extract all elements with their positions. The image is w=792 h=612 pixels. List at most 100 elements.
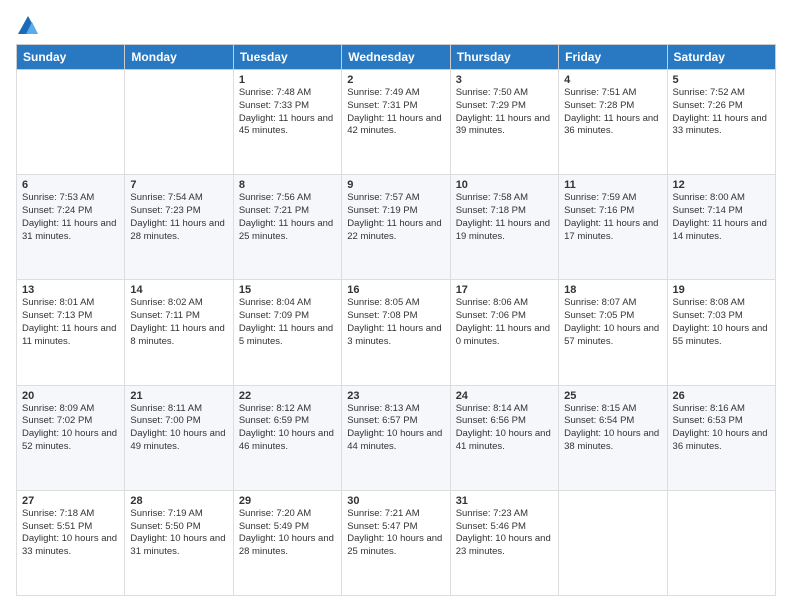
sunrise-label: Sunrise: 8:14 AM — [456, 403, 528, 414]
day-info: Sunrise: 8:04 AM Sunset: 7:09 PM Dayligh… — [239, 297, 336, 348]
daylight-label: Daylight: 11 hours and 33 minutes. — [673, 113, 767, 137]
calendar-cell: 25 Sunrise: 8:15 AM Sunset: 6:54 PM Dayl… — [559, 385, 667, 490]
sunrise-label: Sunrise: 7:48 AM — [239, 87, 311, 98]
calendar-cell — [667, 490, 775, 595]
calendar-cell: 19 Sunrise: 8:08 AM Sunset: 7:03 PM Dayl… — [667, 280, 775, 385]
calendar-table: SundayMondayTuesdayWednesdayThursdayFrid… — [16, 44, 776, 596]
day-number: 3 — [456, 74, 553, 86]
day-info: Sunrise: 7:20 AM Sunset: 5:49 PM Dayligh… — [239, 508, 336, 559]
day-info: Sunrise: 7:59 AM Sunset: 7:16 PM Dayligh… — [564, 192, 661, 243]
daylight-label: Daylight: 11 hours and 0 minutes. — [456, 323, 550, 347]
daylight-label: Daylight: 10 hours and 49 minutes. — [130, 428, 225, 452]
calendar-cell: 11 Sunrise: 7:59 AM Sunset: 7:16 PM Dayl… — [559, 175, 667, 280]
calendar-cell: 18 Sunrise: 8:07 AM Sunset: 7:05 PM Dayl… — [559, 280, 667, 385]
day-info: Sunrise: 8:08 AM Sunset: 7:03 PM Dayligh… — [673, 297, 770, 348]
daylight-label: Daylight: 11 hours and 25 minutes. — [239, 218, 333, 242]
week-row-3: 13 Sunrise: 8:01 AM Sunset: 7:13 PM Dayl… — [17, 280, 776, 385]
calendar-cell: 14 Sunrise: 8:02 AM Sunset: 7:11 PM Dayl… — [125, 280, 233, 385]
daylight-label: Daylight: 10 hours and 46 minutes. — [239, 428, 334, 452]
sunrise-label: Sunrise: 8:15 AM — [564, 403, 636, 414]
day-number: 26 — [673, 390, 770, 402]
week-row-2: 6 Sunrise: 7:53 AM Sunset: 7:24 PM Dayli… — [17, 175, 776, 280]
sunrise-label: Sunrise: 7:57 AM — [347, 192, 419, 203]
day-info: Sunrise: 7:54 AM Sunset: 7:23 PM Dayligh… — [130, 192, 227, 243]
day-number: 10 — [456, 179, 553, 191]
calendar-cell: 4 Sunrise: 7:51 AM Sunset: 7:28 PM Dayli… — [559, 70, 667, 175]
day-info: Sunrise: 7:18 AM Sunset: 5:51 PM Dayligh… — [22, 508, 119, 559]
calendar-cell: 28 Sunrise: 7:19 AM Sunset: 5:50 PM Dayl… — [125, 490, 233, 595]
sunset-label: Sunset: 7:18 PM — [456, 205, 526, 216]
daylight-label: Daylight: 11 hours and 14 minutes. — [673, 218, 767, 242]
weekday-header-saturday: Saturday — [667, 45, 775, 70]
calendar-cell: 13 Sunrise: 8:01 AM Sunset: 7:13 PM Dayl… — [17, 280, 125, 385]
sunrise-label: Sunrise: 7:19 AM — [130, 508, 202, 519]
sunrise-label: Sunrise: 7:50 AM — [456, 87, 528, 98]
daylight-label: Daylight: 11 hours and 11 minutes. — [22, 323, 116, 347]
calendar-cell: 15 Sunrise: 8:04 AM Sunset: 7:09 PM Dayl… — [233, 280, 341, 385]
day-number: 25 — [564, 390, 661, 402]
sunset-label: Sunset: 7:13 PM — [22, 310, 92, 321]
sunrise-label: Sunrise: 7:58 AM — [456, 192, 528, 203]
day-number: 22 — [239, 390, 336, 402]
sunrise-label: Sunrise: 7:54 AM — [130, 192, 202, 203]
sunrise-label: Sunrise: 7:49 AM — [347, 87, 419, 98]
daylight-label: Daylight: 11 hours and 39 minutes. — [456, 113, 550, 137]
logo-icon — [18, 16, 38, 34]
calendar-cell: 7 Sunrise: 7:54 AM Sunset: 7:23 PM Dayli… — [125, 175, 233, 280]
weekday-header-row: SundayMondayTuesdayWednesdayThursdayFrid… — [17, 45, 776, 70]
sunrise-label: Sunrise: 7:52 AM — [673, 87, 745, 98]
day-info: Sunrise: 7:19 AM Sunset: 5:50 PM Dayligh… — [130, 508, 227, 559]
calendar-cell: 9 Sunrise: 7:57 AM Sunset: 7:19 PM Dayli… — [342, 175, 450, 280]
sunset-label: Sunset: 7:16 PM — [564, 205, 634, 216]
calendar-cell: 8 Sunrise: 7:56 AM Sunset: 7:21 PM Dayli… — [233, 175, 341, 280]
sunset-label: Sunset: 5:46 PM — [456, 521, 526, 532]
calendar-cell: 22 Sunrise: 8:12 AM Sunset: 6:59 PM Dayl… — [233, 385, 341, 490]
calendar-cell: 23 Sunrise: 8:13 AM Sunset: 6:57 PM Dayl… — [342, 385, 450, 490]
day-number: 28 — [130, 495, 227, 507]
sunrise-label: Sunrise: 7:53 AM — [22, 192, 94, 203]
daylight-label: Daylight: 11 hours and 3 minutes. — [347, 323, 441, 347]
daylight-label: Daylight: 11 hours and 8 minutes. — [130, 323, 224, 347]
sunset-label: Sunset: 7:02 PM — [22, 415, 92, 426]
day-info: Sunrise: 8:15 AM Sunset: 6:54 PM Dayligh… — [564, 403, 661, 454]
daylight-label: Daylight: 10 hours and 38 minutes. — [564, 428, 659, 452]
calendar-cell: 1 Sunrise: 7:48 AM Sunset: 7:33 PM Dayli… — [233, 70, 341, 175]
calendar-cell: 30 Sunrise: 7:21 AM Sunset: 5:47 PM Dayl… — [342, 490, 450, 595]
weekday-header-friday: Friday — [559, 45, 667, 70]
day-number: 23 — [347, 390, 444, 402]
sunrise-label: Sunrise: 8:11 AM — [130, 403, 202, 414]
day-number: 1 — [239, 74, 336, 86]
day-number: 8 — [239, 179, 336, 191]
daylight-label: Daylight: 10 hours and 57 minutes. — [564, 323, 659, 347]
daylight-label: Daylight: 10 hours and 36 minutes. — [673, 428, 768, 452]
day-number: 2 — [347, 74, 444, 86]
day-info: Sunrise: 8:12 AM Sunset: 6:59 PM Dayligh… — [239, 403, 336, 454]
sunset-label: Sunset: 7:29 PM — [456, 100, 526, 111]
sunrise-label: Sunrise: 8:05 AM — [347, 297, 419, 308]
day-info: Sunrise: 8:13 AM Sunset: 6:57 PM Dayligh… — [347, 403, 444, 454]
sunset-label: Sunset: 7:33 PM — [239, 100, 309, 111]
week-row-4: 20 Sunrise: 8:09 AM Sunset: 7:02 PM Dayl… — [17, 385, 776, 490]
day-number: 15 — [239, 284, 336, 296]
sunrise-label: Sunrise: 8:13 AM — [347, 403, 419, 414]
logo — [16, 16, 38, 34]
day-number: 24 — [456, 390, 553, 402]
day-info: Sunrise: 7:53 AM Sunset: 7:24 PM Dayligh… — [22, 192, 119, 243]
day-number: 4 — [564, 74, 661, 86]
day-info: Sunrise: 8:06 AM Sunset: 7:06 PM Dayligh… — [456, 297, 553, 348]
sunrise-label: Sunrise: 7:23 AM — [456, 508, 528, 519]
sunset-label: Sunset: 7:06 PM — [456, 310, 526, 321]
sunrise-label: Sunrise: 7:21 AM — [347, 508, 419, 519]
weekday-header-tuesday: Tuesday — [233, 45, 341, 70]
day-info: Sunrise: 8:11 AM Sunset: 7:00 PM Dayligh… — [130, 403, 227, 454]
day-info: Sunrise: 7:52 AM Sunset: 7:26 PM Dayligh… — [673, 87, 770, 138]
sunrise-label: Sunrise: 7:51 AM — [564, 87, 636, 98]
daylight-label: Daylight: 10 hours and 44 minutes. — [347, 428, 442, 452]
sunset-label: Sunset: 7:03 PM — [673, 310, 743, 321]
sunrise-label: Sunrise: 8:12 AM — [239, 403, 311, 414]
day-info: Sunrise: 8:00 AM Sunset: 7:14 PM Dayligh… — [673, 192, 770, 243]
daylight-label: Daylight: 10 hours and 33 minutes. — [22, 533, 117, 557]
week-row-5: 27 Sunrise: 7:18 AM Sunset: 5:51 PM Dayl… — [17, 490, 776, 595]
daylight-label: Daylight: 11 hours and 22 minutes. — [347, 218, 441, 242]
daylight-label: Daylight: 11 hours and 31 minutes. — [22, 218, 116, 242]
